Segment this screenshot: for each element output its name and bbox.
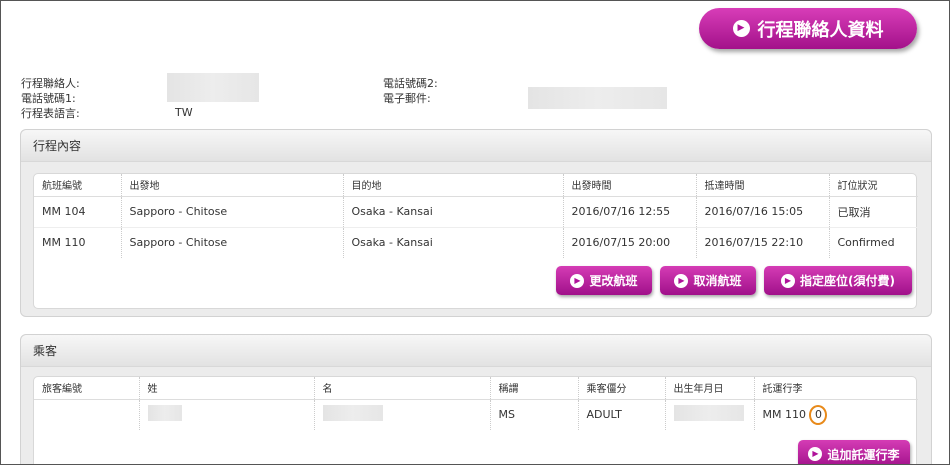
change-flight-label: 更改航班 [589,274,638,288]
redacted-given-name [322,405,383,422]
redacted-contact-name [167,73,259,102]
booking-status: Confirmed [837,236,895,250]
arrow-right-circle-icon: ▶ [570,273,585,288]
email-label: 電子郵件: [383,92,431,105]
contact-info-button-label: 行程聯絡人資料 [757,19,884,41]
redacted-email [528,87,667,109]
add-baggage-button[interactable]: ▶ 追加託運行李 [798,440,910,464]
contact-person-label: 行程聯絡人: [21,77,80,90]
baggage-count: 0 [809,404,828,425]
date-of-birth [665,399,755,430]
passenger-number [34,399,140,430]
booking-status: 已取消 [829,196,918,228]
itinerary-table-box: 航班編號 出發地 目的地 出發時間 抵達時間 訂位狀況 MM 104 Sappo… [33,173,918,309]
arrival-time: 2016/07/15 22:10 [696,227,830,258]
departure-time: 2016/07/15 20:00 [563,227,697,258]
passenger-title: MS [490,399,579,430]
cancel-flight-button[interactable]: ▶ 取消航班 [660,266,756,295]
table-row: MM 104 Sapporo - Chitose Osaka - Kansai … [34,196,918,228]
page-frame: ▶ 行程聯絡人資料 行程聯絡人: 電話號碼1: 行程表語言: TW 電話號碼2:… [0,0,950,465]
surname [139,399,315,430]
change-flight-button[interactable]: ▶ 更改航班 [556,266,652,295]
flight-number: MM 104 [34,196,122,228]
contact-info-button[interactable]: ▶ 行程聯絡人資料 [699,8,917,49]
col-date-of-birth: 出生年月日 [665,377,755,400]
phone1-label: 電話號碼1: [21,92,76,105]
passengers-panel-title: 乘客 [21,335,931,367]
passenger-type: ADULT [578,399,666,430]
phone2-label: 電話號碼2: [383,77,438,90]
passengers-panel: 乘客 旅客編號 姓 名 稱謂 乘客僵分 出生年月日 託運行李 MS ADULT … [20,334,932,464]
itinerary-panel-title: 行程內容 [21,130,931,162]
arrow-right-circle-icon: ▶ [781,273,795,288]
flight-number: MM 110 [34,227,122,258]
col-origin: 出發地 [121,174,344,197]
col-booking-status: 訂位狀況 [829,174,918,197]
arrival-time: 2016/07/16 15:05 [696,196,830,228]
col-passenger-type: 乘客僵分 [578,377,666,400]
col-checked-baggage: 託運行李 [754,377,918,400]
add-baggage-label: 追加託運行李 [827,447,900,462]
arrow-right-circle-icon: ▶ [808,447,823,461]
col-arrival-time: 抵達時間 [696,174,830,197]
given-name [314,399,491,430]
arrow-right-circle-icon: ▶ [674,273,689,288]
redacted-surname [147,405,182,422]
table-row: MM 110 Sapporo - Chitose Osaka - Kansai … [34,227,918,258]
language-value: TW [175,106,193,119]
select-seat-button[interactable]: ▶ 指定座位(須付費) [764,266,912,295]
select-seat-label: 指定座位(須付費) [800,274,895,288]
itinerary-panel: 行程內容 航班編號 出發地 目的地 出發時間 抵達時間 訂位狀況 MM 104 … [20,129,932,317]
origin: Sapporo - Chitose [121,227,344,258]
col-title: 稱謂 [490,377,579,400]
destination: Osaka - Kansai [343,227,564,258]
passenger-header-row: 旅客編號 姓 名 稱謂 乘客僵分 出生年月日 託運行李 [34,377,918,400]
col-given-name: 名 [314,377,491,400]
cancel-flight-label: 取消航班 [693,274,742,288]
col-destination: 目的地 [343,174,564,197]
col-surname: 姓 [139,377,315,400]
language-label: 行程表語言: [21,107,80,120]
col-departure-time: 出發時間 [563,174,697,197]
col-passenger-number: 旅客編號 [34,377,140,400]
itinerary-table: 航班編號 出發地 目的地 出發時間 抵達時間 訂位狀況 MM 104 Sappo… [34,174,918,258]
arrow-right-circle-icon: ▶ [732,20,750,37]
baggage-flight: MM 110 [762,407,806,421]
checked-baggage: MM 110 0 [754,399,918,430]
origin: Sapporo - Chitose [121,196,344,228]
passenger-table-box: 旅客編號 姓 名 稱謂 乘客僵分 出生年月日 託運行李 MS ADULT MM … [33,376,918,464]
redacted-date-of-birth [673,405,744,422]
departure-time: 2016/07/16 12:55 [563,196,697,228]
itinerary-header-row: 航班編號 出發地 目的地 出發時間 抵達時間 訂位狀況 [34,174,918,197]
destination: Osaka - Kansai [343,196,564,228]
passenger-table: 旅客編號 姓 名 稱謂 乘客僵分 出生年月日 託運行李 MS ADULT MM … [34,377,918,430]
col-flight-number: 航班編號 [34,174,122,197]
table-row: MS ADULT MM 110 0 [34,399,918,430]
